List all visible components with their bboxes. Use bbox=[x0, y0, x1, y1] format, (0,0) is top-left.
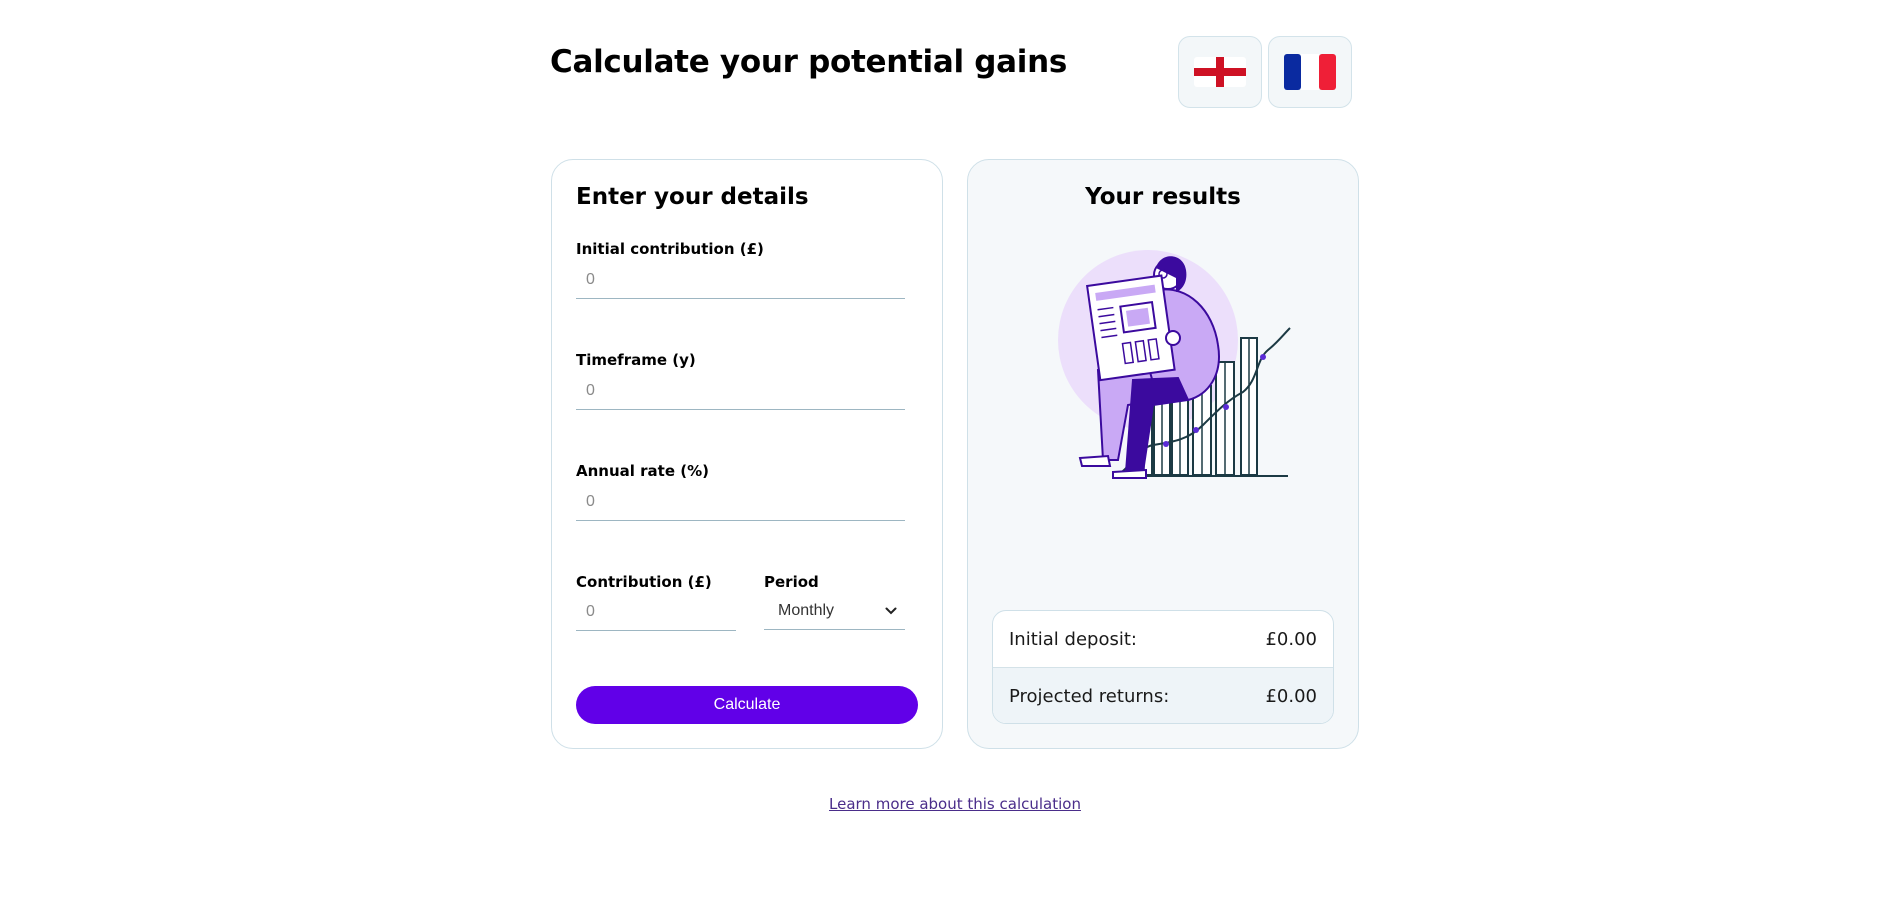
initial-deposit-value: £0.00 bbox=[1265, 628, 1317, 650]
details-heading: Enter your details bbox=[576, 184, 809, 210]
details-form-card: Enter your details Initial contribution … bbox=[551, 159, 943, 749]
period-selected-value: Monthly bbox=[778, 601, 835, 619]
projected-returns-label: Projected returns: bbox=[1009, 686, 1170, 707]
initial-deposit-row: Initial deposit: £0.00 bbox=[993, 611, 1333, 667]
initial-contribution-label: Initial contribution (£) bbox=[576, 240, 764, 258]
contribution-label: Contribution (£) bbox=[576, 573, 712, 591]
timeframe-input[interactable] bbox=[576, 372, 905, 410]
results-summary: Initial deposit: £0.00 Projected returns… bbox=[992, 610, 1334, 724]
contribution-input[interactable] bbox=[576, 593, 736, 631]
annual-rate-label: Annual rate (%) bbox=[576, 462, 709, 480]
calculate-button[interactable]: Calculate bbox=[576, 686, 918, 724]
period-select[interactable]: Monthly bbox=[764, 592, 905, 630]
annual-rate-input[interactable] bbox=[576, 483, 905, 521]
period-label: Period bbox=[764, 573, 819, 591]
initial-deposit-label: Initial deposit: bbox=[1009, 628, 1137, 650]
page-title: Calculate your potential gains bbox=[550, 44, 1068, 80]
results-card: Your results Initial deposit: £0.00 Proj… bbox=[967, 159, 1359, 749]
france-flag-icon bbox=[1284, 54, 1336, 90]
page: Calculate your potential gains Enter you… bbox=[0, 0, 1900, 901]
chevron-down-icon bbox=[885, 607, 897, 614]
learn-more-link[interactable]: Learn more about this calculation bbox=[0, 795, 1900, 813]
england-flag-icon bbox=[1194, 57, 1246, 87]
timeframe-label: Timeframe (y) bbox=[576, 351, 696, 369]
initial-contribution-input[interactable] bbox=[576, 261, 905, 299]
projected-returns-row: Projected returns: £0.00 bbox=[993, 667, 1333, 723]
projected-returns-value: £0.00 bbox=[1265, 686, 1317, 707]
results-heading: Your results bbox=[1085, 184, 1241, 210]
language-english-button[interactable] bbox=[1178, 36, 1262, 108]
person-reading-newspaper-illustration bbox=[1058, 250, 1291, 479]
language-french-button[interactable] bbox=[1268, 36, 1352, 108]
